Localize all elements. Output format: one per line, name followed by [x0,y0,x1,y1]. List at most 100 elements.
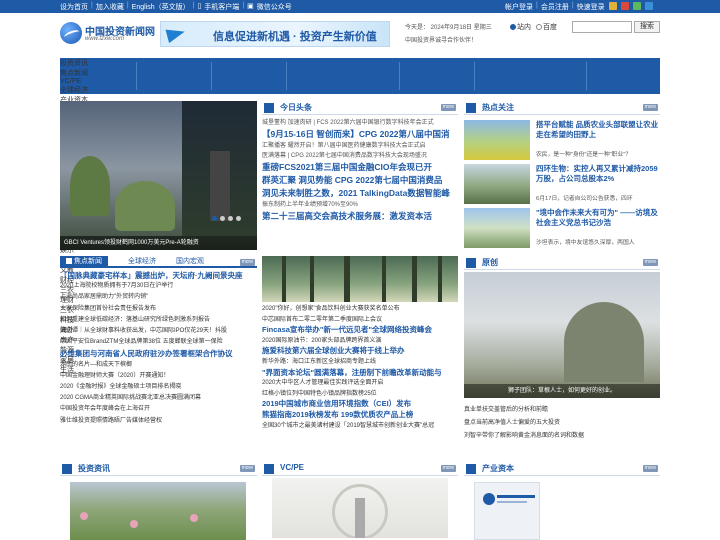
add-favorite-link[interactable]: 加入收藏 [96,2,124,12]
hot-item-image[interactable] [464,208,530,248]
middle-news-item[interactable]: 2020国际原油节：200家头部品牌跨界首义演 [262,336,458,347]
hot-item[interactable]: 搭平台赋能 品质农业头部联盟让农业走在希望的田野上 农民，是一种"身份"还是一种… [464,118,660,162]
investment-news-title: 投资资讯 [78,464,110,473]
middle-news-item[interactable]: 新华外路：海口江东新区全球招商专题上线 [262,357,458,368]
hot-item[interactable]: "境中会作未来大有可为" ——访境及社会主义党总书记沙浩 沙坦表示，境中友谊悠久… [464,206,660,250]
middle-news-item[interactable]: 2020大中华区人才管理最佳实践评选全面开启 [262,378,458,389]
mobile-client-link[interactable]: 手机客户端 [204,2,239,12]
middle-news-item[interactable]: 施爱科技第六届全球创业大赛将于线上举办 [262,346,458,357]
tab-focus-news[interactable]: 焦点新闻 [60,256,108,268]
industry-capital-image[interactable] [474,482,540,540]
hot-item-title[interactable]: "境中会作未来大有可为" ——访境及社会主义党总书记沙浩 [536,208,660,228]
nav-divider [586,62,587,90]
banner-slogan: 信息促进新机遇 · 投资产生新价值 [213,31,377,43]
focus-news-item[interactable]: 湖南的名片—和成天下槟榔 [60,360,257,371]
forest-image[interactable] [262,256,458,302]
vcpe-more-link[interactable]: more [440,465,456,472]
headline-slideshow[interactable]: GBCI Ventures领投财鹤网1000万美元Pre-A轮融资 [60,101,257,250]
top-bar-left-links: 设为首页 | 加入收藏 | English（英文版） | ▯ 手机客户端 | ▣ 微信公众号 [60,2,292,12]
focus-news-item[interactable]: 鼓边谭｜从全球财事料收获出发，中芯国际IPO仅花29天！抖股 [60,326,257,337]
headline-item[interactable]: 振东制药上半年业绩预增70%至90% [262,200,458,210]
origin-list: 真业单扶交盖管后的分析和前瞻 盘点当前高净值人士偏爱的五大投资 刘智辛带你了解影… [464,404,660,443]
focus-news-item[interactable]: 如何重建全球低碳经济：落基山研究所绿色刺激系列报告 [60,315,257,326]
hot-item-title[interactable]: 四环生物：实控人再又累计减持2059万股，占公司总股本2% [536,164,660,184]
search-scope-site[interactable]: 站内 [510,22,531,32]
top-bar-right-links: 帐户登录 | 会员注册 | 快速登录 [505,2,653,12]
headline-item[interactable]: 城垦董构 加速肉研 | FCS 2022第六届中国银行数字科技年会正式 [262,118,458,128]
focus-news-item[interactable]: 中国投资年会年度峰会在上海召开 [60,404,257,415]
nav-item[interactable]: VC/PE [60,78,94,85]
headline-item[interactable]: 医满落幕 | CPG 2022第七届中国消费品数字科技大会现场盛况 [262,151,458,161]
origin-more-link[interactable]: more [642,259,658,266]
qq-login-icon[interactable] [608,2,617,10]
focus-news-item[interactable]: 上海尚品家居鼎助力"外贸转内销" [60,292,257,303]
tabs-more-link[interactable]: more [239,259,255,266]
account-login-link[interactable]: 帐户登录 [505,2,533,12]
slideshow-caption[interactable]: GBCI Ventures领投财鹤网1000万美元Pre-A轮融资 [60,236,257,250]
middle-news-item[interactable]: Fincasa宣布举办"新一代远见者"全球网络投资峰会 [262,325,458,336]
headline-item[interactable]: 第二十三届高交会高技术服务展：激发资本活 [262,210,458,223]
headline-item[interactable]: 重磅FCS2021第三届中国金融CIO年会现已开 [262,161,458,174]
weibo-login-icon[interactable] [620,2,629,10]
headline-item[interactable]: 【9月15-16日 智创而来】CPG 2022第八届中国消 [262,128,458,141]
tab-global-economy[interactable]: 全球经济 [122,256,162,268]
middle-news-item[interactable]: 熊猫指南2019秋榜发布 199款优质农产品上榜 [262,410,458,421]
hot-item-image[interactable] [464,120,530,160]
member-register-link[interactable]: 会员注册 [541,2,569,12]
origin-image[interactable]: 狮子团队：草根人士，如何更好的创业。 [464,272,660,398]
headlines-section-icon [264,103,274,113]
nav-item[interactable]: 投资资讯 [60,58,94,68]
english-version-link[interactable]: English（英文版） [132,2,190,12]
headlines-more-link[interactable]: more [440,104,456,111]
wechat-login-icon[interactable] [632,2,641,10]
slide-dot-4[interactable] [236,216,241,221]
focus-news-item[interactable]: 必维集团与河南省人民政府驻沙办签署框架合作协议 [60,348,257,359]
middle-news-item[interactable]: 2020"你好，创想家"食品饮料创业大赛获奖名单公布 [262,304,458,315]
focus-news-item[interactable]: 2020 CGMA商业精英国际挑战赛北亚总决赛圆满闭幕 [60,393,257,404]
headline-item[interactable]: 群英汇聚 洞见势能 CPG 2022第七届中国消费品 [262,174,458,187]
middle-news-item[interactable]: 红格小镇位列中国特色小镇品牌指数榜25位 [262,389,458,400]
investment-news-image[interactable] [70,482,246,540]
middle-news-item[interactable]: "界面资本论坛"圆满落幕，注册制下前瞻改革新动能与 [262,368,458,379]
headline-item[interactable]: 洞见未来制胜之数，2021 TalkingData数据智能峰 [262,187,458,200]
middle-news-item[interactable]: 中芯国际首布二零二零年第二季度国际上会议 [262,315,458,326]
investment-news-more-link[interactable]: more [239,465,255,472]
hot-more-link[interactable]: more [642,104,658,111]
header-banner[interactable]: 信息促进新机遇 · 投资产生新价值 [160,21,390,47]
focus-news-item[interactable]: 2020上海院校物质拥有于7月30日在沪举行 [60,281,257,292]
nav-item[interactable]: 焦点新闻 [60,68,94,78]
industry-capital-more-link[interactable]: more [642,465,658,472]
quick-login-link[interactable]: 快速登录 [577,2,605,12]
focus-news-item[interactable]: 中国金融理财师大赛（2020）开赛通知！ [60,371,257,382]
hot-item-title[interactable]: 搭平台赋能 品质农业头部联盟让农业走在希望的田野上 [536,120,660,140]
focus-news-item[interactable]: 2020《金融时报》全球金融硕士项目排名揭晓 [60,382,257,393]
origin-image-caption[interactable]: 狮子团队：草根人士，如何更好的创业。 [464,384,660,398]
paper-plane-icon [165,24,187,44]
wechat-account-link[interactable]: 微信公众号 [257,2,292,12]
focus-news-item[interactable]: 「国脉典藏豪宅样本」震撼出炉，天坛府·九阙间景央座 [60,270,257,281]
search-scope-baidu[interactable]: 百度 [536,22,557,32]
vcpe-image[interactable] [272,478,448,538]
focus-news-item[interactable]: 大家保险集团首份社会责任报告发布 [60,304,257,315]
other-login-icon[interactable] [644,2,653,10]
headline-item[interactable]: 汇聚播客 耀然开启！第八届中国医药健康数字科技大会正式启 [262,141,458,151]
site-logo[interactable]: 中国投资新闻网 www.tzxw.com [60,22,155,46]
nav-item[interactable]: 全球经济 [60,85,94,95]
tab-domestic-macro[interactable]: 国内宏观 [170,256,210,268]
origin-list-item[interactable]: 真业单扶交盖管后的分析和前瞻 [464,404,660,417]
origin-list-item[interactable]: 刘智辛带你了解影响黄金消息面的名词和数据 [464,430,660,443]
focus-news-item[interactable]: 中国平安位BrandZTM全球品牌第38位 五度蝉联全球第一保险 [60,337,257,348]
hot-item-image[interactable] [464,164,530,204]
slide-dot-3[interactable] [228,216,233,221]
hot-item[interactable]: 四环生物：实控人再又累计减持2059万股，占公司总股本2% 6月17日，记者自公… [464,162,660,206]
slide-dot-2[interactable] [220,216,225,221]
tab-icon [66,258,72,265]
middle-news-item[interactable]: 全国30个城市之最美诸村建设「2019智慧城市创新创业大赛"总冠 [262,421,458,432]
focus-news-item[interactable]: 雅仕维投资提照情路晤厂告媒体经营权 [60,416,257,427]
search-button[interactable]: 搜索 [634,21,660,33]
slide-dot-1[interactable] [212,216,217,221]
middle-news-item[interactable]: 2019中国城市商业信用环境指数（CEI）发布 [262,399,458,410]
origin-list-item[interactable]: 盘点当前高净值人士偏爱的五大投资 [464,417,660,430]
set-homepage-link[interactable]: 设为首页 [60,2,88,12]
search-input[interactable] [572,21,632,33]
